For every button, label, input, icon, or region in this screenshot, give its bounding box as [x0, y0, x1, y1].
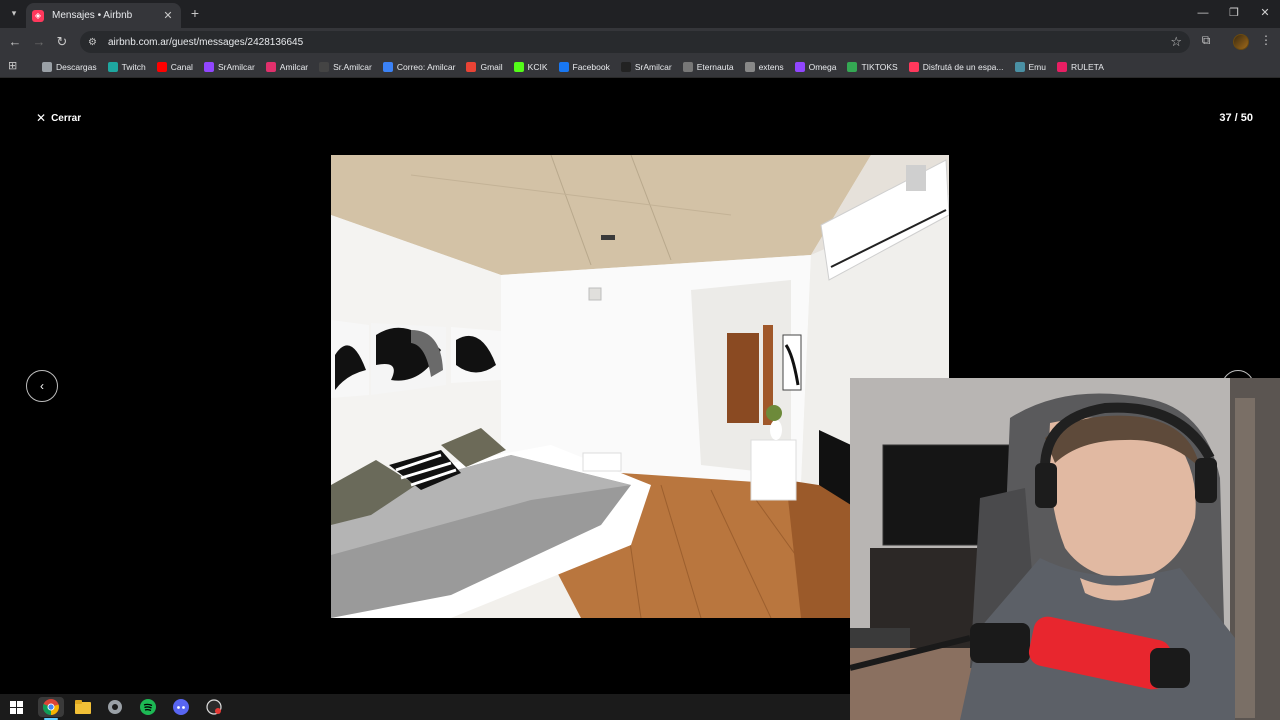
bookmark-label: Emu	[1028, 62, 1046, 72]
browser-toolbar: ← → ↻ ⚙ airbnb.com.ar/guest/messages/242…	[0, 28, 1280, 56]
forward-button[interactable]: →	[30, 33, 48, 51]
mail-icon	[382, 62, 393, 72]
drive-icon	[847, 62, 858, 72]
kick-icon	[513, 62, 524, 72]
webcam-overlay	[850, 378, 1280, 720]
back-button[interactable]: ←	[6, 33, 24, 51]
bookmark-item[interactable]: Sr.Amilcar	[315, 56, 376, 78]
emu-icon	[1014, 62, 1025, 72]
bookmark-label: Descargas	[56, 62, 97, 72]
bookmark-item[interactable]: Descargas	[38, 56, 101, 78]
profile-avatar[interactable]	[1233, 34, 1249, 50]
restore-button[interactable]: ❐	[1223, 4, 1245, 22]
tab-close-icon[interactable]: ✕	[161, 9, 175, 22]
document-icon	[682, 62, 693, 72]
bookmark-label: SrAmilcar	[217, 62, 255, 72]
app-icon[interactable]	[102, 697, 128, 717]
bookmark-item[interactable]: Gmail	[462, 56, 506, 78]
bookmark-item[interactable]: Canal	[153, 56, 197, 78]
bookmark-item[interactable]: Omega	[791, 56, 841, 78]
bookmark-label: Facebook	[572, 62, 610, 72]
bookmark-item[interactable]: Eternauta	[679, 56, 738, 78]
bookmark-label: KCIK	[527, 62, 548, 72]
bookmark-item[interactable]: Emu	[1011, 56, 1050, 78]
discord-icon[interactable]	[168, 697, 194, 717]
photo-counter: 37 / 50	[1219, 112, 1253, 124]
bookmark-label: Canal	[170, 62, 193, 72]
bookmark-item[interactable]: TIKTOKS	[843, 56, 901, 78]
bookmark-item[interactable]: SrAmilcar	[617, 56, 676, 78]
x-icon	[319, 62, 330, 72]
apps-grid-icon[interactable]: ⊞	[8, 60, 20, 72]
bookmark-label: TIKTOKS	[861, 62, 898, 72]
file-explorer-icon[interactable]	[70, 697, 96, 717]
gmail-icon	[466, 62, 477, 72]
chevron-left-icon: ‹	[40, 379, 44, 393]
airbnb-favicon-icon: ◈	[32, 9, 44, 22]
windows-taskbar	[0, 694, 850, 720]
bookmark-label: Amilcar	[279, 62, 309, 72]
tiktok-icon	[620, 62, 631, 72]
bookmark-label: Sr.Amilcar	[333, 62, 372, 72]
airbnb-icon	[908, 62, 919, 72]
bookmarks-list: Descargas Twitch Canal SrAmilcar Amilcar Sr.A…	[38, 56, 1111, 78]
bookmark-item[interactable]: RULETA	[1053, 56, 1108, 78]
puzzle-icon	[744, 62, 755, 72]
windows-start-icon[interactable]	[3, 697, 29, 717]
facebook-icon	[558, 62, 569, 72]
bookmark-item[interactable]: Facebook	[555, 56, 614, 78]
twitch-icon	[203, 62, 214, 72]
minimize-button[interactable]: —	[1192, 4, 1214, 22]
previous-photo-button[interactable]: ‹	[26, 370, 58, 402]
tab-title: Mensajes • Airbnb	[52, 10, 133, 21]
roulette-icon	[1056, 62, 1067, 72]
extensions-puzzle-icon[interactable]: ⧉	[1198, 33, 1214, 49]
close-button[interactable]: ✕ Cerrar	[36, 111, 81, 125]
tab-search-chevron-icon[interactable]: ▾	[6, 5, 22, 21]
twitch-icon	[794, 62, 805, 72]
tab-strip: ▾ ◈ Mensajes • Airbnb ✕ + — ❐ ✕	[0, 0, 1280, 28]
bookmark-label: Disfrutá de un espa...	[922, 62, 1004, 72]
bookmark-label: Eternauta	[696, 62, 734, 72]
bookmark-label: extens	[758, 62, 784, 72]
bookmark-item[interactable]: Correo: Amilcar	[379, 56, 460, 78]
bookmark-item[interactable]: Twitch	[104, 56, 150, 78]
address-bar[interactable]: ⚙ airbnb.com.ar/guest/messages/242813664…	[80, 31, 1190, 53]
bookmark-label: Twitch	[121, 62, 146, 72]
spotify-icon[interactable]	[135, 697, 161, 717]
bookmark-item[interactable]: Disfrutá de un espa...	[905, 56, 1008, 78]
bookmark-item[interactable]: extens	[741, 56, 788, 78]
url-text[interactable]: airbnb.com.ar/guest/messages/2428136645	[108, 37, 303, 48]
new-tab-button[interactable]: +	[187, 4, 203, 22]
bookmark-label: SrAmilcar	[634, 62, 672, 72]
site-info-icon[interactable]: ⚙	[88, 37, 102, 48]
bookmark-label: Gmail	[480, 62, 503, 72]
download-icon	[42, 62, 52, 72]
chrome-icon[interactable]	[38, 697, 64, 717]
instagram-icon	[265, 62, 276, 72]
obs-icon[interactable]	[201, 697, 227, 717]
bookmark-item[interactable]: SrAmilcar	[200, 56, 259, 78]
browser-tab[interactable]: ◈ Mensajes • Airbnb ✕	[26, 3, 181, 28]
youtube-icon	[156, 62, 167, 72]
streamer-webcam-illustration	[850, 378, 1280, 720]
bookmark-item[interactable]: Amilcar	[262, 56, 312, 78]
twitch-icon	[107, 62, 118, 72]
close-label: Cerrar	[51, 112, 82, 124]
chrome-menu-icon[interactable]: ⋮	[1260, 33, 1272, 49]
bookmarks-bar: ⊞ Descargas Twitch Canal SrAmilcar Amilcar Sr…	[0, 56, 1280, 78]
bookmark-item[interactable]: KCIK	[510, 56, 552, 78]
close-icon: ✕	[36, 111, 47, 125]
reload-button[interactable]: ↻	[53, 33, 71, 51]
bookmark-label: Omega	[808, 62, 837, 72]
bookmark-label: RULETA	[1070, 62, 1104, 72]
window-close-button[interactable]: ✕	[1254, 4, 1276, 22]
bookmark-label: Correo: Amilcar	[396, 62, 456, 72]
bookmark-star-icon[interactable]: ☆	[1170, 34, 1182, 50]
